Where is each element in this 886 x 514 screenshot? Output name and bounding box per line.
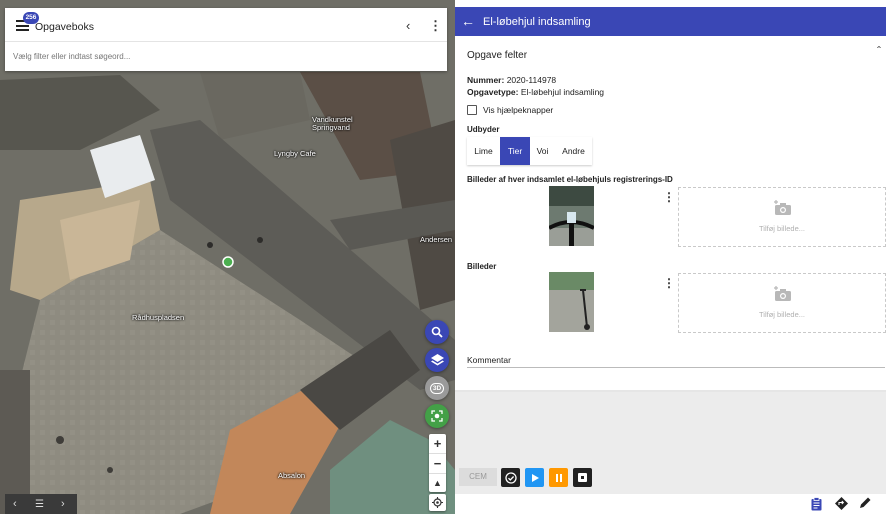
zoom-in-button[interactable]: + [429,434,446,454]
form-title: El-løbehjul indsamling [483,16,591,28]
map-bottom-bar: ‹ ☰ › [5,494,77,514]
images-label: Billeder [467,262,497,271]
search-map-button[interactable] [425,320,449,344]
divider [5,41,447,42]
action-bar: CEM [455,458,886,494]
provider-label: Udbyder [467,125,500,134]
registration-id-images-label: Billeder af hver indsamlet el-løbehjuls … [467,175,673,184]
map-label-cafe: Lyngby Cafe [274,149,316,158]
task-number-label: Nummer: [467,75,505,85]
comment-field-label[interactable]: Kommentar [467,355,511,365]
play-icon [531,473,539,482]
chevron-up-icon[interactable]: ˆ [877,44,881,58]
zoom-controls: + − ▲ [429,434,446,492]
map-label-andersen: Andersen [420,235,453,244]
help-toggle-label: Vis hjælpeknapper [483,105,554,115]
provider-tier-button[interactable]: Tier [500,137,530,165]
clipboard-icon[interactable] [811,497,822,513]
archive-button[interactable] [573,468,592,487]
directions-icon[interactable] [835,497,848,512]
form-empty-area [455,392,886,458]
map-label-vandkunstel: Vandkunstel Springvand [312,115,353,132]
add-image-text: Tilføj billede... [759,224,805,233]
compass-button[interactable]: ▲ [429,474,446,493]
panel-title: Opgaveboks [35,21,94,33]
task-type-label: Opgavetype: [467,87,519,97]
layers-button[interactable] [425,348,449,372]
back-arrow-icon[interactable]: ← [461,13,475,29]
chevron-left-icon[interactable]: ‹ [13,498,17,510]
task-number-value: 2020-114978 [506,75,557,85]
task-box-panel: 256 Opgaveboks ‹ ⋮ [5,8,447,71]
3d-icon: 3D [429,382,445,394]
pause-button[interactable] [549,468,568,487]
task-type-value: El-løbehjul indsamling [520,87,605,97]
search-icon [431,326,443,338]
comment-field-underline[interactable] [467,367,885,368]
map-label-absalon: Absalon [278,471,306,480]
provider-selector: Lime Tier Voi Andre [467,137,592,165]
layers-icon [430,354,444,366]
chevron-left-icon[interactable]: ‹ [406,18,410,33]
complete-button[interactable] [501,468,520,487]
task-type-row: Opgavetype: El-løbehjul indsamling [467,87,604,97]
map-view[interactable]: Rådhuspladsen Vandkunstel Springvand Lyn… [0,0,455,514]
map-label-radhuspladsen: Rådhuspladsen [132,313,185,322]
check-circle-icon [504,471,517,484]
provider-other-button[interactable]: Andre [555,137,592,165]
cem-button[interactable]: CEM [459,468,497,486]
filter-search-input[interactable] [13,48,433,64]
aerial-imagery [0,0,455,514]
add-photo-icon [774,200,791,215]
more-vert-icon[interactable]: ⋮ [663,190,675,204]
focus-icon [431,410,443,422]
chevron-right-icon[interactable]: › [61,498,65,510]
help-toggle-row[interactable]: Vis hjælpeknapper [467,105,553,115]
add-image-text: Tilføj billede... [759,310,805,319]
recenter-button[interactable] [425,404,449,428]
provider-voi-button[interactable]: Voi [530,137,555,165]
more-vert-icon[interactable]: ⋮ [429,18,442,34]
edit-icon[interactable] [859,497,871,511]
registration-id-photo[interactable] [549,186,594,246]
add-registration-id-image[interactable]: Tilføj billede... [678,187,886,247]
help-checkbox[interactable] [467,105,477,115]
form-app-bar: ← El-løbehjul indsamling [455,7,886,36]
crosshair-icon [432,497,443,508]
archive-icon [578,473,587,482]
pause-icon [555,473,562,482]
overflow-icon[interactable]: ⋮ [882,497,886,510]
scooter-photo[interactable] [549,272,594,332]
toggle-3d-button[interactable]: 3D [425,376,449,400]
section-title[interactable]: Opgave felter [467,50,527,61]
task-number-row: Nummer: 2020-114978 [467,75,556,85]
list-icon[interactable]: ☰ [35,499,44,510]
zoom-out-button[interactable]: − [429,454,446,474]
more-vert-icon[interactable]: ⋮ [663,276,675,290]
provider-lime-button[interactable]: Lime [467,137,500,165]
add-photo-icon [774,286,791,301]
task-form: ← El-løbehjul indsamling Opgave felter ˆ… [455,0,886,514]
my-location-button[interactable] [429,494,446,511]
add-image[interactable]: Tilføj billede... [678,273,886,333]
start-button[interactable] [525,468,544,487]
